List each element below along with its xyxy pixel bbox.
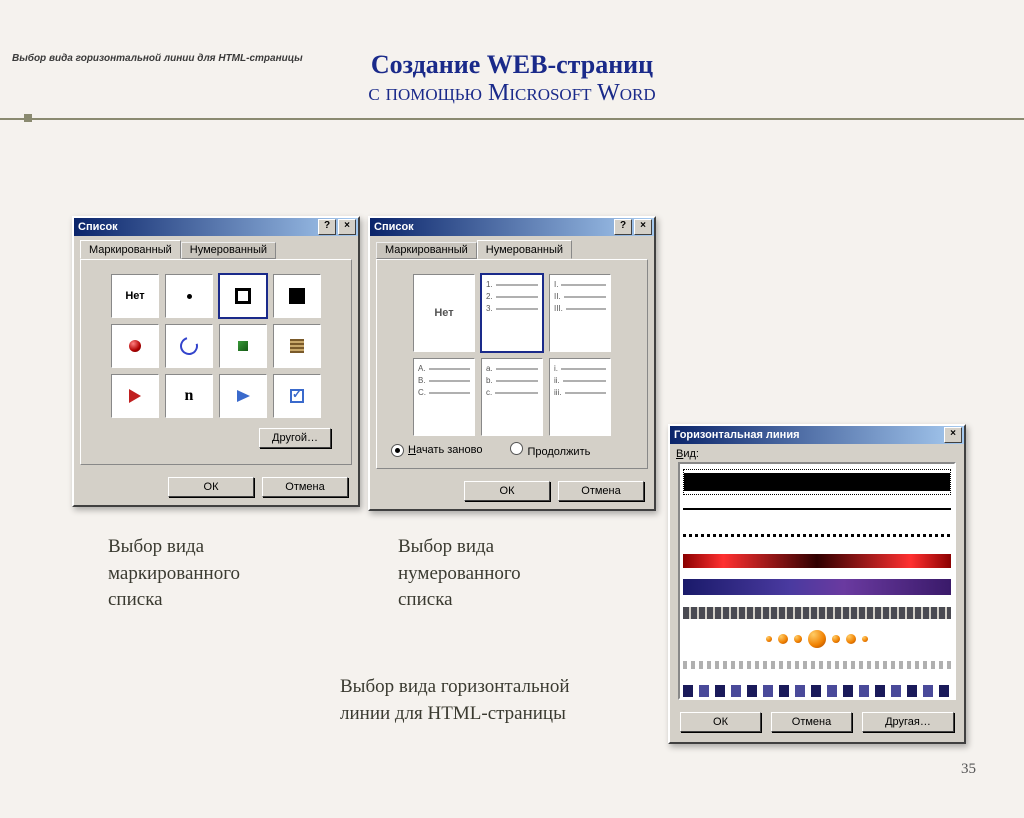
cancel-button[interactable]: Отмена — [771, 712, 852, 732]
ok-button[interactable]: ОК — [680, 712, 761, 732]
option-roman-lower[interactable]: i. ii. iii. — [549, 358, 611, 436]
hr-style-gold-balls[interactable] — [683, 627, 951, 651]
tab-panel: Нет n Другой… — [80, 259, 352, 465]
cancel-button[interactable]: Отмена — [262, 477, 348, 497]
option-blue-triangle[interactable] — [219, 374, 267, 418]
option-none[interactable]: Нет — [111, 274, 159, 318]
hr-style-dotted[interactable] — [683, 523, 951, 547]
cancel-button[interactable]: Отмена — [558, 481, 644, 501]
dialog-title: Список — [78, 221, 316, 233]
radio-restart[interactable]: Начать заново — [391, 444, 482, 457]
option-roman-upper[interactable]: I. II. III. — [549, 274, 611, 352]
radio-group-start: Начать заново Продолжить — [387, 436, 637, 460]
hr-style-red-gradient[interactable] — [683, 549, 951, 573]
close-button[interactable]: × — [634, 219, 652, 235]
option-alpha-lower[interactable]: a. b. c. — [481, 358, 543, 436]
option-outline-square[interactable] — [219, 274, 267, 318]
radio-continue[interactable]: Продолжить — [510, 442, 590, 458]
option-checkbox[interactable] — [273, 374, 321, 418]
page-number: 35 — [961, 761, 976, 778]
option-red-ball[interactable] — [111, 324, 159, 368]
tab-bulleted[interactable]: Маркированный — [80, 240, 181, 259]
ok-button[interactable]: ОК — [168, 477, 254, 497]
option-green-square[interactable] — [219, 324, 267, 368]
other-button[interactable]: Другая… — [862, 712, 954, 732]
tab-numbered[interactable]: Нумерованный — [181, 242, 276, 259]
close-button[interactable]: × — [338, 219, 356, 235]
numbered-options-grid: Нет 1. 2. 3. I. II. III. A. B. C. a. b. … — [387, 274, 637, 436]
dialog-title: Список — [374, 221, 612, 233]
tab-panel: Нет 1. 2. 3. I. II. III. A. B. C. a. b. … — [376, 259, 648, 469]
close-button[interactable]: × — [944, 427, 962, 443]
dialog-numbered-list: Список ? × Маркированный Нумерованный Не… — [368, 216, 656, 511]
hr-style-blocks[interactable] — [683, 679, 951, 700]
option-red-arrow[interactable] — [111, 374, 159, 418]
caption-bulleted: Выбор видамаркированногосписка — [108, 534, 240, 614]
tabs: Маркированный Нумерованный — [370, 236, 654, 259]
option-filled-square[interactable] — [273, 274, 321, 318]
titlebar[interactable]: Список ? × — [74, 218, 358, 236]
tabs: Маркированный Нумерованный — [74, 236, 358, 259]
dialog-bulleted-list: Список ? × Маркированный Нумерованный Не… — [72, 216, 360, 507]
figure-caption-top: Выбор вида горизонтальной линии для HTML… — [12, 53, 303, 64]
option-arabic-dot[interactable]: 1. 2. 3. — [481, 274, 543, 352]
hr-style-blue-gradient[interactable] — [683, 575, 951, 599]
help-button[interactable]: ? — [318, 219, 336, 235]
other-button[interactable]: Другой… — [259, 428, 331, 448]
caption-hr: Выбор вида горизонтальнойлинии для HTML-… — [340, 674, 660, 727]
dialog-horizontal-line: Горизонтальная линия × Вид: ОК Отмена Др… — [668, 424, 966, 744]
hr-style-wavy[interactable] — [683, 653, 951, 677]
hr-style-greek-key[interactable] — [683, 601, 951, 625]
option-dot[interactable] — [165, 274, 213, 318]
decorative-rule — [0, 117, 1024, 121]
tab-numbered[interactable]: Нумерованный — [477, 240, 572, 259]
option-maze[interactable] — [273, 324, 321, 368]
option-squiggle[interactable]: n — [165, 374, 213, 418]
bullet-options-grid: Нет n — [91, 274, 341, 418]
titlebar[interactable]: Список ? × — [370, 218, 654, 236]
option-alpha-upper[interactable]: A. B. C. — [413, 358, 475, 436]
tab-bulleted[interactable]: Маркированный — [376, 242, 477, 259]
titlebar[interactable]: Горизонтальная линия × — [670, 426, 964, 444]
ok-button[interactable]: ОК — [464, 481, 550, 501]
dialog-title: Горизонтальная линия — [674, 429, 942, 441]
option-none[interactable]: Нет — [413, 274, 475, 352]
field-label-view: Вид: — [670, 444, 964, 462]
help-button[interactable]: ? — [614, 219, 632, 235]
caption-numbered: Выбор виданумерованногосписка — [398, 534, 521, 614]
hr-style-listbox[interactable] — [678, 462, 956, 700]
title-line-2: с помощью Microsoft Word — [0, 80, 1024, 107]
hr-style-thick-black[interactable] — [683, 469, 951, 495]
option-spiral[interactable] — [165, 324, 213, 368]
hr-style-thin[interactable] — [683, 497, 951, 521]
